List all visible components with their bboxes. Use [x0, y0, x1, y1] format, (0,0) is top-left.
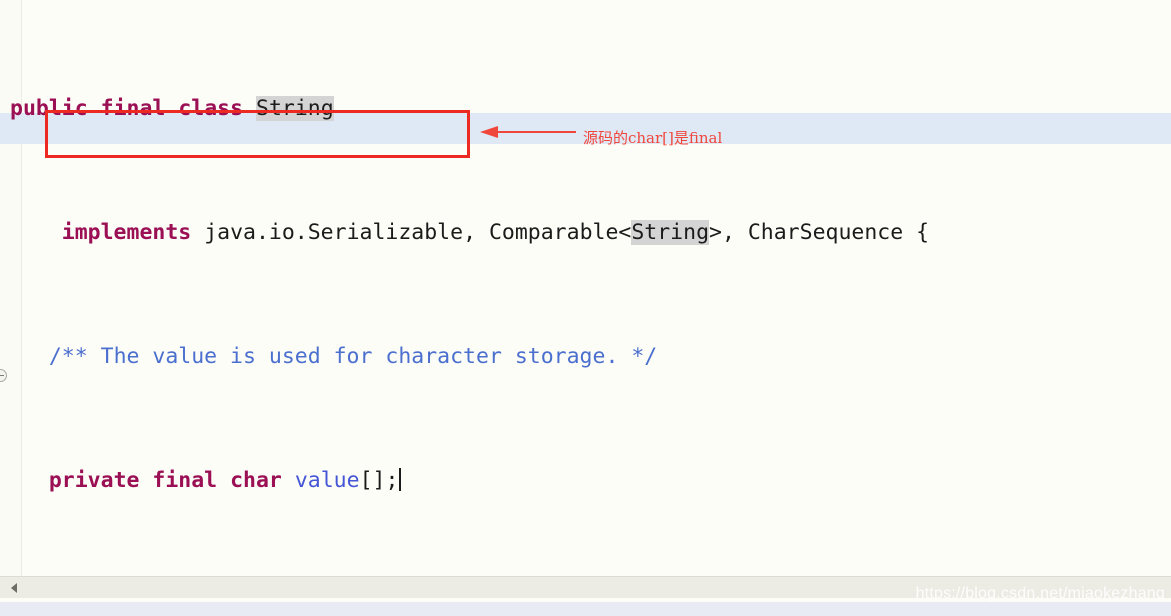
keyword-final: final [100, 96, 166, 121]
code-editor: public final class String implements jav… [0, 0, 1171, 616]
keyword-class: class [178, 96, 244, 121]
annotation-label: 源码的char[]是final [583, 129, 723, 147]
field-name-value: value [294, 468, 360, 493]
triangle-left-icon [11, 583, 17, 593]
keyword-final: final [152, 468, 218, 493]
keyword-private: private [48, 468, 140, 493]
editor-code-surface[interactable]: public final class String implements jav… [0, 0, 1171, 576]
class-name-string: String [256, 96, 334, 121]
code-lines: public final class String implements jav… [0, 0, 1171, 576]
keyword-public: public [10, 96, 88, 121]
doc-comment-value-storage: /** The value is used for character stor… [48, 344, 658, 369]
watermark-band: https://blog.csdn.net/miaokezhang [0, 585, 1171, 616]
code-line-1[interactable]: public final class String [0, 93, 1171, 124]
type-arg-string: String [631, 220, 710, 245]
watermark-url: https://blog.csdn.net/miaokezhang [915, 585, 1165, 602]
code-line-2[interactable]: implements java.io.Serializable, Compara… [0, 217, 1171, 248]
code-line-4-value-field[interactable]: private final char value[]; [0, 465, 1171, 496]
scroll-left-arrow-icon[interactable] [6, 580, 22, 596]
annotation-arrow-icon [480, 126, 576, 138]
line2-tail: >, CharSequence { [709, 220, 930, 245]
code-line-3[interactable]: /** The value is used for character stor… [0, 341, 1171, 372]
keyword-implements: implements [61, 220, 192, 245]
text-cursor [399, 468, 402, 491]
keyword-char: char [230, 468, 282, 493]
implemented-types: java.io.Serializable, Comparable< [204, 220, 632, 245]
array-declarator: []; [359, 468, 399, 493]
